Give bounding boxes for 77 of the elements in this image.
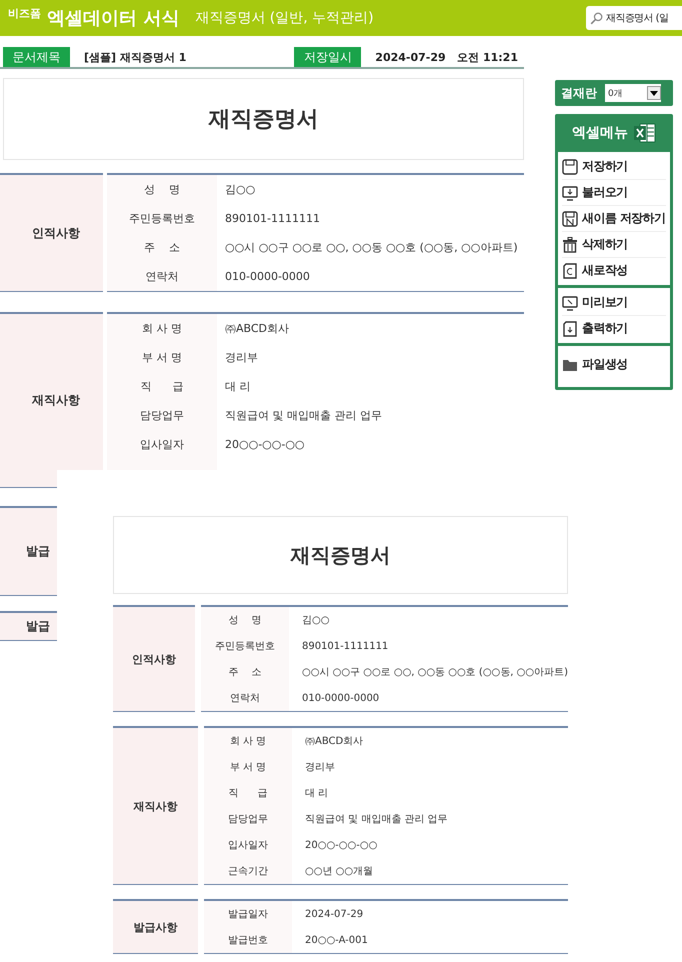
field-label: 주민등록번호 — [214, 640, 276, 653]
field-value: 20○○-○○-○○ — [224, 438, 305, 451]
field-label: 회 사 명 — [228, 735, 268, 748]
monitor-icon — [562, 184, 578, 200]
field-value: 직원급여 및 매입매출 관리 업무 — [224, 408, 382, 423]
menu-item[interactable]: 삭제하기 — [562, 232, 666, 258]
field-label: 담당업무 — [227, 813, 269, 826]
field-label: 발급일자 — [227, 908, 269, 921]
monitor-icon — [562, 294, 578, 310]
section-label: 재직사항 — [0, 312, 103, 488]
field-value: 김○○ — [300, 614, 330, 627]
field-value: 20○○-A-001 — [304, 934, 368, 946]
field-label: 담당업무 — [139, 408, 185, 423]
field-label: 부 서 명 — [141, 350, 183, 365]
field-value: 김○○ — [224, 182, 256, 197]
approval-select[interactable]: 0개 — [605, 84, 661, 102]
section-label: 인적사항 — [0, 173, 103, 292]
spreadsheet-icon — [634, 123, 656, 143]
section-label: 인적사항 — [113, 605, 195, 712]
field-label: 회 사 명 — [141, 321, 183, 336]
app-title: 엑셀데이터 서식 — [47, 7, 180, 30]
field-label: 입사일자 — [227, 839, 269, 852]
field-value: 890101-1111111 — [224, 212, 320, 225]
document-title: 재직증명서 — [3, 78, 524, 160]
menu-item[interactable]: 새이름 저장하기 — [562, 206, 666, 232]
document-icon — [562, 262, 578, 278]
info-value: 2024-07-29 오전 11:21 — [374, 50, 518, 64]
field-label: 연락처 — [228, 692, 261, 705]
field-value: 대 리 — [304, 787, 328, 800]
info-label: 문서제목 — [3, 47, 70, 67]
section-label: 발급사항 — [113, 899, 198, 954]
field-label: 부 서 명 — [228, 761, 268, 774]
document-title: 재직증명서 — [113, 516, 568, 594]
search-field[interactable]: 재직증명서 (일 — [586, 6, 682, 30]
field-value: ○○시 ○○구 ○○로 ○○, ○○동 ○○호 (○○동, ○○아파트) — [224, 240, 518, 255]
field-value: ○○시 ○○구 ○○로 ○○, ○○동 ○○호 (○○동, ○○아파트) — [300, 666, 568, 679]
field-value: 20○○-○○-○○ — [304, 840, 378, 850]
brand-label: 비즈폼 — [8, 6, 41, 21]
search-icon — [590, 12, 603, 24]
section-label: 재직사항 — [113, 726, 198, 885]
field-value: 대 리 — [224, 379, 250, 394]
save-icon — [562, 158, 578, 174]
field-value: 2024-07-29 — [304, 908, 364, 920]
field-value: 경리부 — [304, 761, 335, 774]
menu-item[interactable]: 불러오기 — [562, 180, 666, 206]
field-value: ㈜ABCD회사 — [304, 735, 364, 748]
trash-icon — [562, 236, 578, 252]
field-label: 직 급 — [140, 379, 184, 394]
menu-item[interactable]: 출력하기 — [562, 316, 666, 341]
menu-item[interactable]: 저장하기 — [562, 154, 666, 180]
info-label: 저장일시 — [294, 47, 362, 67]
menu-item[interactable]: 새로작성 — [562, 258, 666, 283]
info-value: [샘플] 재직증명서 1 — [83, 50, 186, 64]
field-label: 성 명 — [228, 614, 262, 627]
field-value: 010-0000-0000 — [300, 692, 380, 704]
document-icon — [562, 320, 578, 336]
menu-item[interactable]: 미리보기 — [562, 290, 666, 316]
save-icon — [562, 210, 578, 226]
field-label: 입사일자 — [139, 437, 185, 452]
field-label: 주 소 — [228, 666, 262, 679]
field-label: 발급번호 — [227, 934, 269, 947]
approval-label: 결재란 — [561, 84, 597, 102]
field-label: 근속기간 — [227, 865, 269, 878]
menu-title: 엑셀메뉴 — [572, 124, 628, 142]
caret-icon — [647, 86, 661, 100]
field-label: 주민등록번호 — [128, 211, 196, 226]
field-value: ○○년 ○○개월 — [304, 865, 374, 878]
field-value: ㈜ABCD회사 — [224, 321, 290, 336]
field-label: 성 명 — [143, 182, 181, 197]
field-value: 890101-1111111 — [300, 640, 388, 652]
field-value: 010-0000-0000 — [224, 270, 310, 283]
field-value: 직원급여 및 매입매출 관리 업무 — [304, 813, 448, 826]
page-subtitle: 재직증명서 (일반, 누적관리) — [195, 9, 374, 27]
field-label: 주 소 — [143, 240, 181, 255]
field-label: 직 급 — [227, 787, 269, 800]
field-label: 연락처 — [144, 269, 180, 284]
field-value: 경리부 — [224, 350, 258, 365]
